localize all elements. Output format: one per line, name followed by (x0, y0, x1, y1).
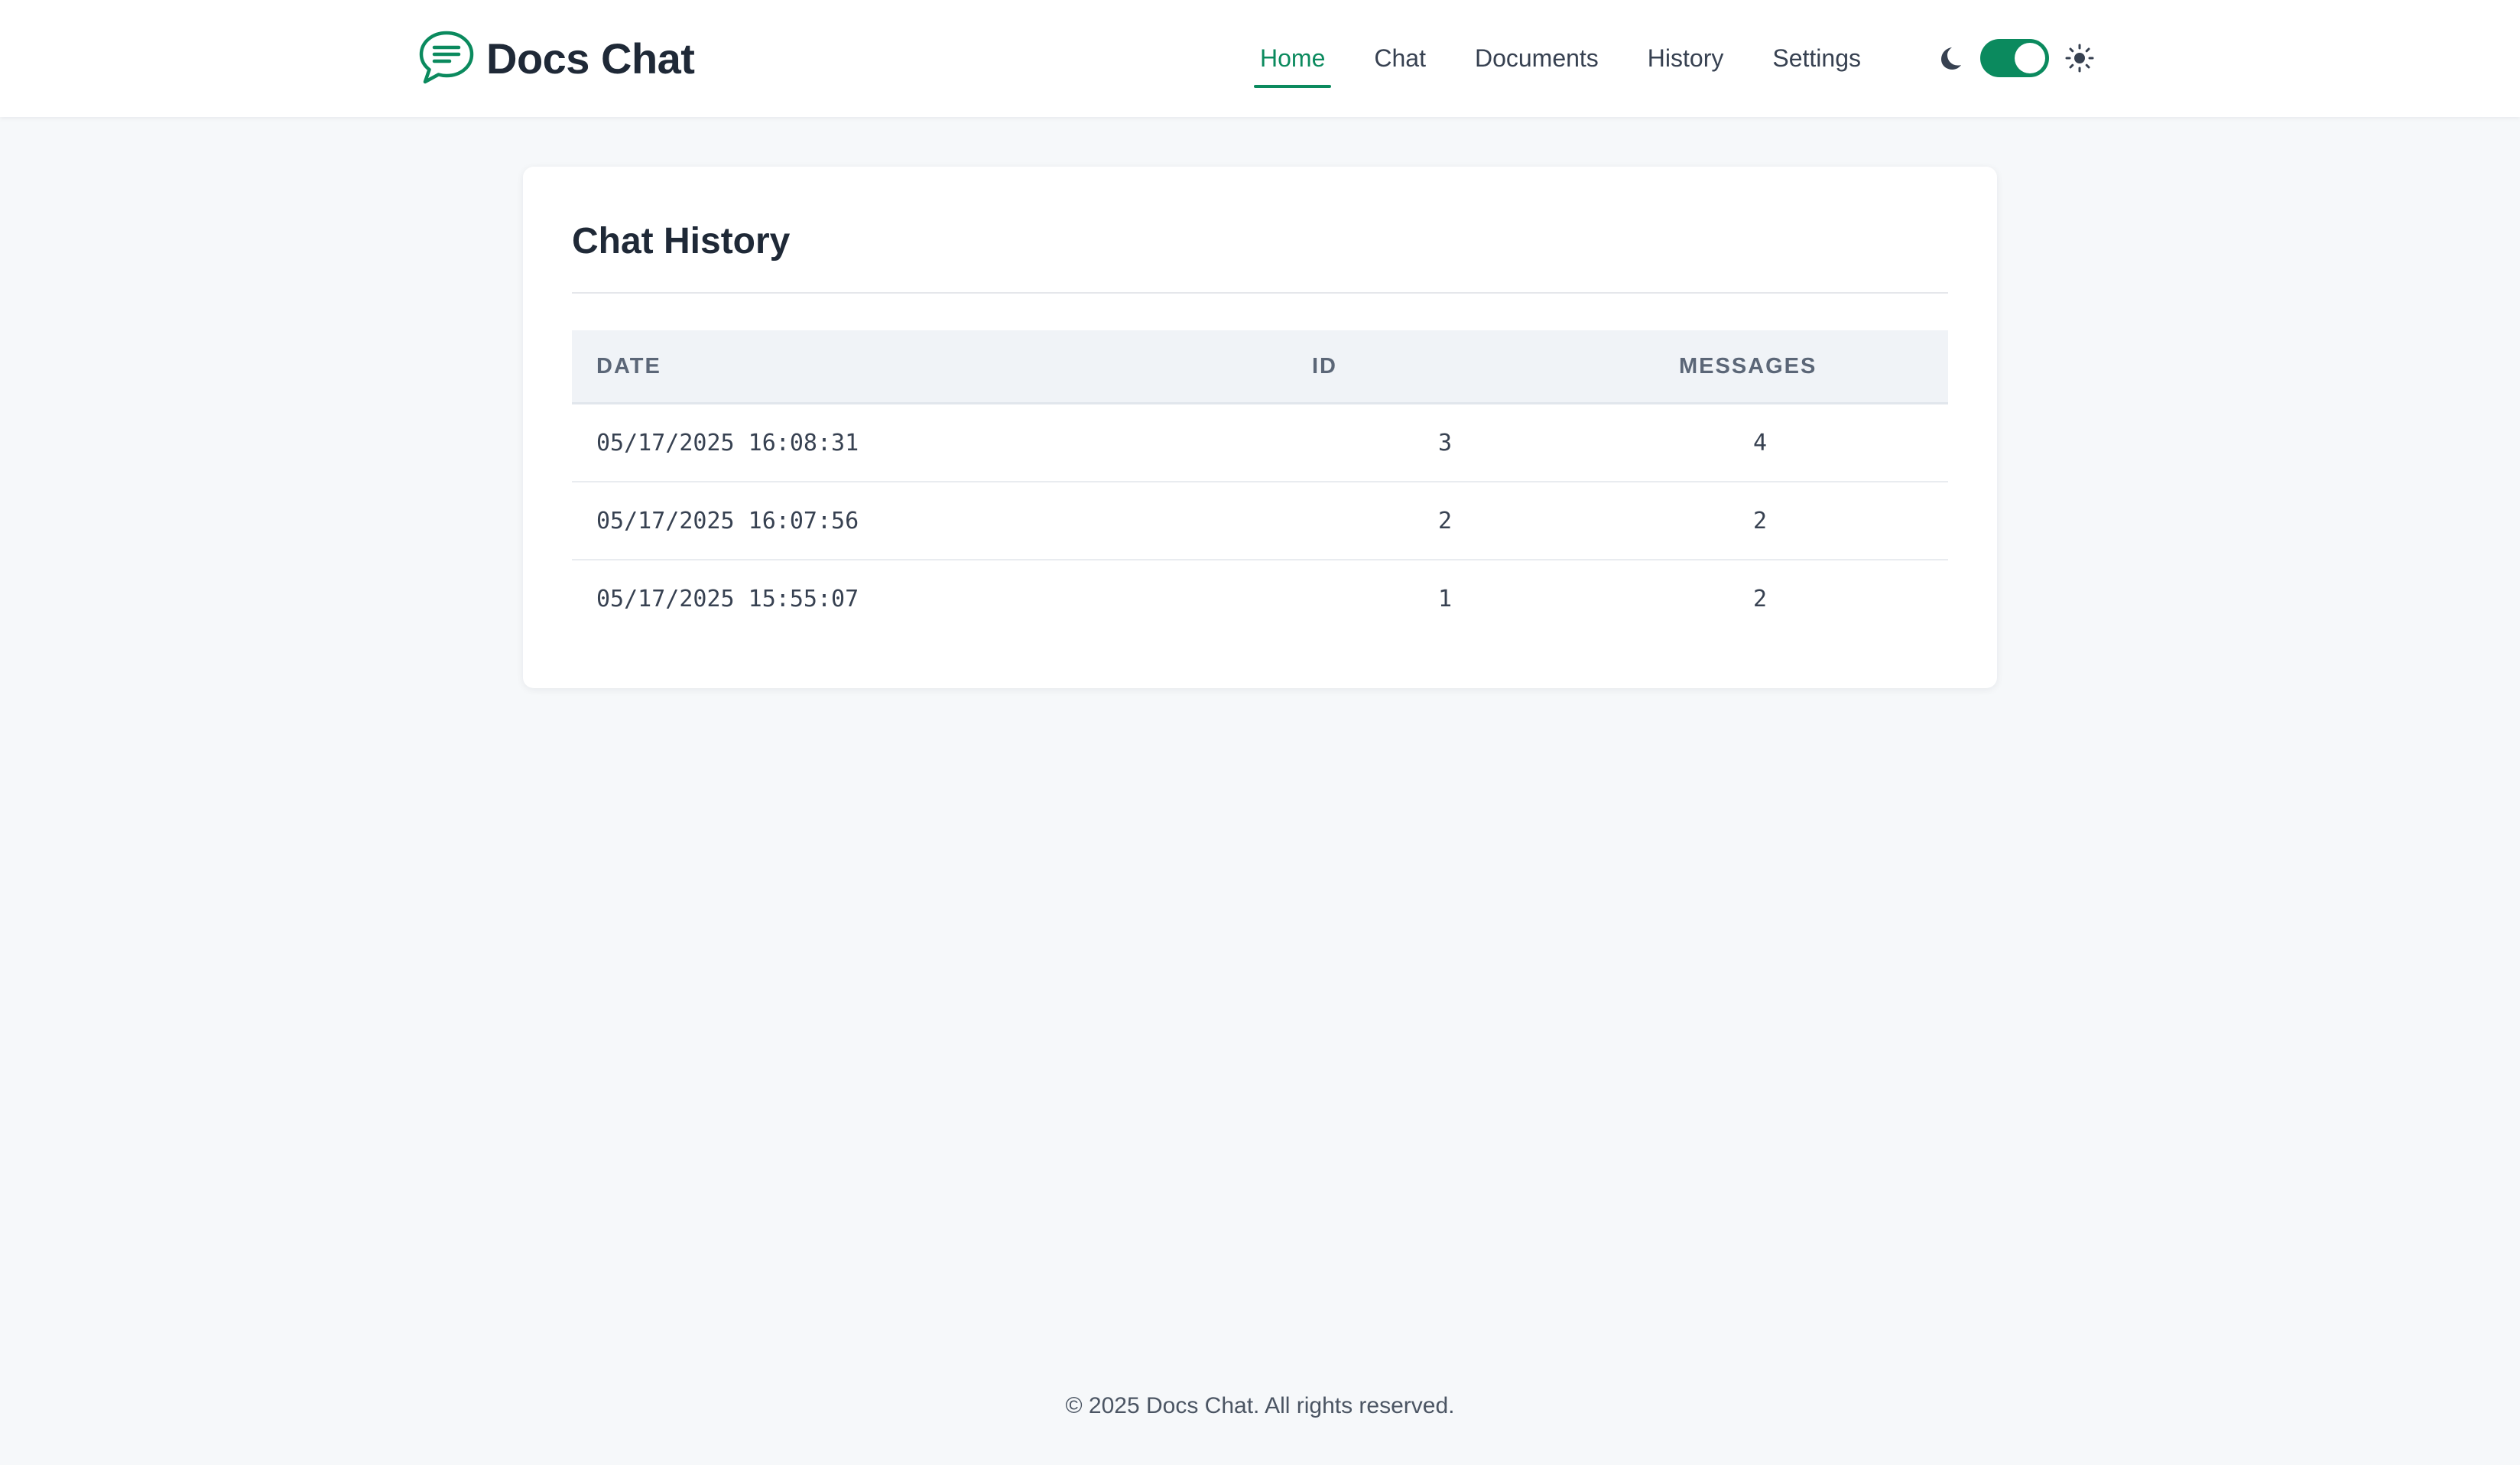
toggle-knob (2015, 43, 2045, 73)
nav-documents[interactable]: Documents (1469, 0, 1605, 117)
column-header-date[interactable]: DATE (572, 330, 1312, 404)
page-title: Chat History (572, 221, 791, 261)
theme-switcher (1934, 37, 2095, 80)
chat-history-card: Chat History DATE ID MESSAGES 05/17/2025… (523, 167, 1997, 688)
cell-messages: 2 (1753, 585, 1768, 612)
cell-date: 05/17/2025 15:55:07 (596, 585, 859, 612)
cell-id: 3 (1438, 429, 1453, 456)
cell-id: 2 (1438, 507, 1453, 534)
cell-date: 05/17/2025 16:07:56 (596, 507, 859, 534)
nav-history[interactable]: History (1642, 0, 1730, 117)
cell-messages: 4 (1753, 429, 1768, 456)
table-header-row: DATE ID MESSAGES (572, 330, 1948, 404)
nav-settings[interactable]: Settings (1766, 0, 1867, 117)
chat-history-table: DATE ID MESSAGES 05/17/2025 16:08:31 3 4… (572, 330, 1948, 637)
table-row[interactable]: 05/17/2025 15:55:07 1 2 (572, 560, 1948, 637)
brand-title: Docs Chat (486, 34, 695, 83)
title-divider (572, 292, 1948, 294)
cell-messages: 2 (1753, 507, 1768, 534)
table-row[interactable]: 05/17/2025 16:07:56 2 2 (572, 482, 1948, 560)
footer-copyright: © 2025 Docs Chat. All rights reserved. (1065, 1393, 1455, 1418)
sun-icon (2064, 43, 2095, 73)
main-nav: Home Chat Documents History Settings (1254, 0, 1904, 117)
nav-chat[interactable]: Chat (1368, 0, 1432, 117)
nav-home[interactable]: Home (1254, 0, 1332, 117)
cell-date: 05/17/2025 16:08:31 (596, 429, 859, 456)
moon-icon (1934, 43, 1965, 73)
column-header-messages[interactable]: MESSAGES (1618, 330, 1948, 404)
theme-toggle[interactable] (1980, 39, 2049, 77)
chat-bubble-icon (417, 29, 476, 87)
cell-id: 1 (1438, 585, 1453, 612)
column-header-id[interactable]: ID (1312, 330, 1618, 404)
table-row[interactable]: 05/17/2025 16:08:31 3 4 (572, 404, 1948, 482)
brand[interactable]: Docs Chat (417, 28, 695, 89)
top-navbar: Docs Chat Home Chat Documents History Se… (0, 0, 2520, 117)
